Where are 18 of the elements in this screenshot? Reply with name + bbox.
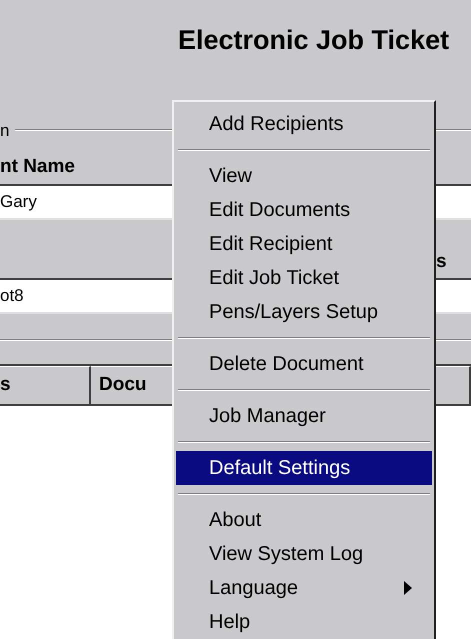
- group-label: n: [0, 122, 10, 138]
- menu-item[interactable]: Edit Recipient: [176, 227, 432, 261]
- menu-item[interactable]: About: [176, 503, 432, 537]
- menu-item[interactable]: Edit Job Ticket: [176, 261, 432, 295]
- field-label: s: [436, 250, 448, 274]
- window-title: Electronic Job Ticket: [178, 24, 450, 57]
- menu-item[interactable]: Edit Documents: [176, 193, 432, 227]
- menu-item[interactable]: Job Manager: [176, 399, 432, 433]
- submenu-arrow-icon: [404, 581, 412, 595]
- menu-item[interactable]: Pens/Layers Setup: [176, 295, 432, 329]
- menu-item[interactable]: Delete Document: [176, 347, 432, 381]
- menu-item[interactable]: Language: [176, 571, 432, 605]
- menu-item[interactable]: View: [176, 159, 432, 193]
- menu-item[interactable]: Help: [176, 605, 432, 639]
- menu-item[interactable]: View System Log: [176, 537, 432, 571]
- menu-item[interactable]: Default Settings: [176, 451, 432, 485]
- column-header: nt Name: [0, 154, 75, 179]
- menu-item[interactable]: Add Recipients: [176, 107, 432, 141]
